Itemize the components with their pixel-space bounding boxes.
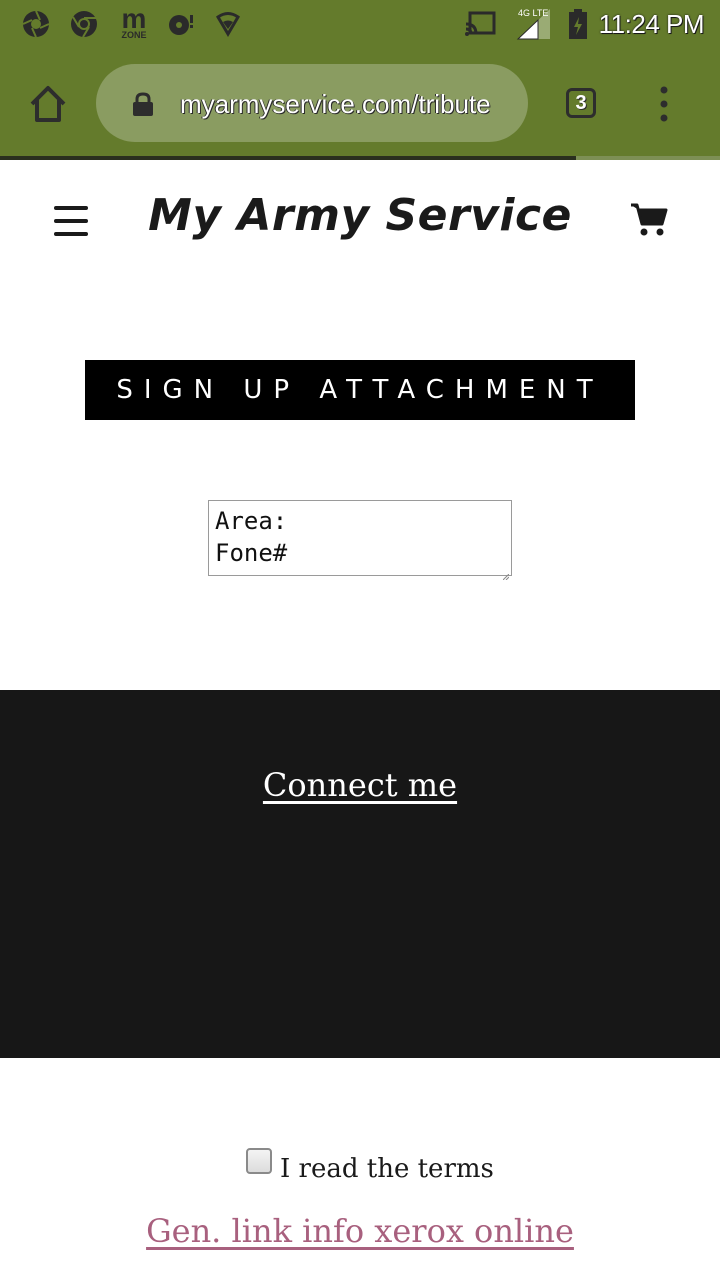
vpn-icon	[164, 8, 196, 40]
page-load-progress	[0, 156, 720, 160]
textarea-value: Area: Fone#	[215, 507, 288, 567]
area-phone-textarea[interactable]: Area: Fone#	[208, 500, 512, 581]
aperture-icon	[20, 8, 52, 40]
battery-icon	[562, 8, 594, 40]
terms-row: I read the terms	[246, 1146, 494, 1184]
svg-text:4G LTE: 4G LTE	[518, 8, 548, 18]
gen-link-info-link[interactable]: Gen. link info xerox online	[0, 1212, 720, 1250]
sign-up-attachment-banner: SIGN UP ATTACHMENT	[85, 360, 635, 420]
cart-icon[interactable]	[630, 202, 668, 238]
connect-section: Connect me	[0, 690, 720, 1058]
resize-handle-icon[interactable]	[502, 567, 510, 581]
page-load-progress-fill	[0, 156, 576, 160]
browser-toolbar: myarmyservice.com/tribute 3	[0, 48, 720, 156]
chrome-icon	[68, 8, 100, 40]
connect-me-link[interactable]: Connect me	[0, 766, 720, 804]
address-bar[interactable]: myarmyservice.com/tribute	[96, 64, 528, 142]
mzone-icon: m ZONE	[121, 3, 147, 41]
signal-icon: 4G LTE	[514, 8, 554, 40]
terms-label: I read the terms	[280, 1154, 494, 1184]
cast-icon	[464, 8, 496, 40]
status-bar: m ZONE 4G LTE 11:24 PM	[0, 0, 720, 48]
lock-icon	[132, 92, 154, 116]
url-text: myarmyservice.com/tribute	[180, 89, 491, 119]
terms-checkbox[interactable]	[246, 1148, 272, 1174]
tab-switcher-button[interactable]: 3	[566, 88, 596, 118]
clock: 11:24 PM	[598, 9, 705, 39]
wifi-shield-icon	[212, 8, 244, 40]
home-icon[interactable]	[26, 82, 70, 126]
overflow-menu-icon[interactable]	[652, 84, 676, 124]
site-title[interactable]: My Army Service	[0, 190, 720, 241]
